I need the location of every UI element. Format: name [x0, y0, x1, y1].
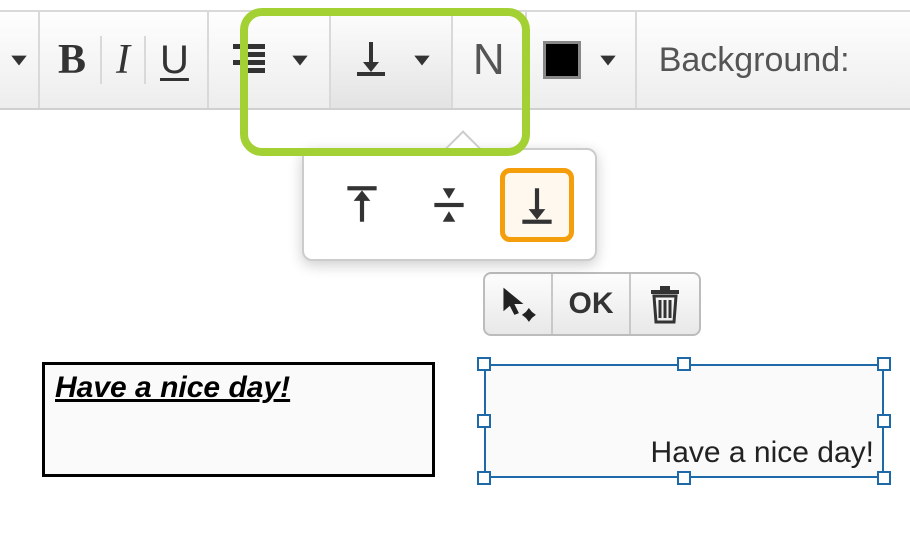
resize-handle-ml[interactable] [477, 414, 491, 428]
vertical-align-top-option[interactable] [325, 168, 399, 242]
resize-handle-bm[interactable] [677, 471, 691, 485]
separator [144, 36, 146, 84]
vertical-align-middle-icon [426, 182, 472, 228]
background-label: Background: [649, 41, 850, 80]
italic-letter: I [116, 36, 130, 84]
vertical-align-middle-option[interactable] [412, 168, 486, 242]
color-swatch [543, 41, 581, 79]
chevron-down-icon[interactable] [411, 49, 433, 71]
resize-handle-tr[interactable] [877, 357, 891, 371]
resize-handle-bl[interactable] [477, 471, 491, 485]
separator [100, 36, 102, 84]
bold-button[interactable]: B [58, 12, 86, 108]
vertical-align-bottom-icon [514, 182, 560, 228]
italic-button[interactable]: I [116, 12, 130, 108]
ok-button[interactable]: OK [553, 274, 631, 334]
n-letter: N [473, 35, 505, 85]
vertical-align-bottom-icon [349, 36, 393, 85]
textbox-left[interactable]: Have a nice day! [42, 362, 435, 477]
bold-letter: B [58, 36, 86, 84]
vertical-align-bottom-option[interactable] [500, 168, 574, 242]
trash-icon [647, 284, 683, 324]
chevron-down-icon[interactable] [289, 49, 311, 71]
underline-letter: U [160, 38, 189, 83]
underline-button[interactable]: U [160, 12, 189, 108]
resize-handle-br[interactable] [877, 471, 891, 485]
resize-handle-tm[interactable] [677, 357, 691, 371]
n-button[interactable]: N [473, 12, 505, 108]
chevron-down-icon[interactable] [597, 49, 619, 71]
fill-color-button[interactable] [543, 12, 581, 108]
textbox-right-text: Have a nice day! [651, 436, 874, 470]
textbox-right[interactable]: Have a nice day! [484, 364, 884, 478]
textbox-right-selection[interactable]: Have a nice day! [480, 360, 888, 482]
resize-handle-mr[interactable] [877, 414, 891, 428]
move-button[interactable] [485, 274, 553, 334]
vertical-align-popup [302, 148, 597, 261]
textbox-left-text: Have a nice day! [55, 371, 290, 404]
align-right-icon [227, 36, 271, 85]
chevron-down-icon[interactable] [8, 49, 30, 71]
vertical-align-top-icon [339, 182, 385, 228]
formatting-toolbar: B I U [0, 10, 910, 110]
vertical-align-button[interactable] [349, 12, 393, 108]
delete-button[interactable] [631, 274, 699, 334]
move-cursor-icon [498, 284, 538, 324]
ok-label: OK [569, 287, 614, 321]
resize-handle-tl[interactable] [477, 357, 491, 371]
horizontal-align-button[interactable] [227, 12, 271, 108]
selection-mini-toolbar: OK [483, 272, 701, 336]
